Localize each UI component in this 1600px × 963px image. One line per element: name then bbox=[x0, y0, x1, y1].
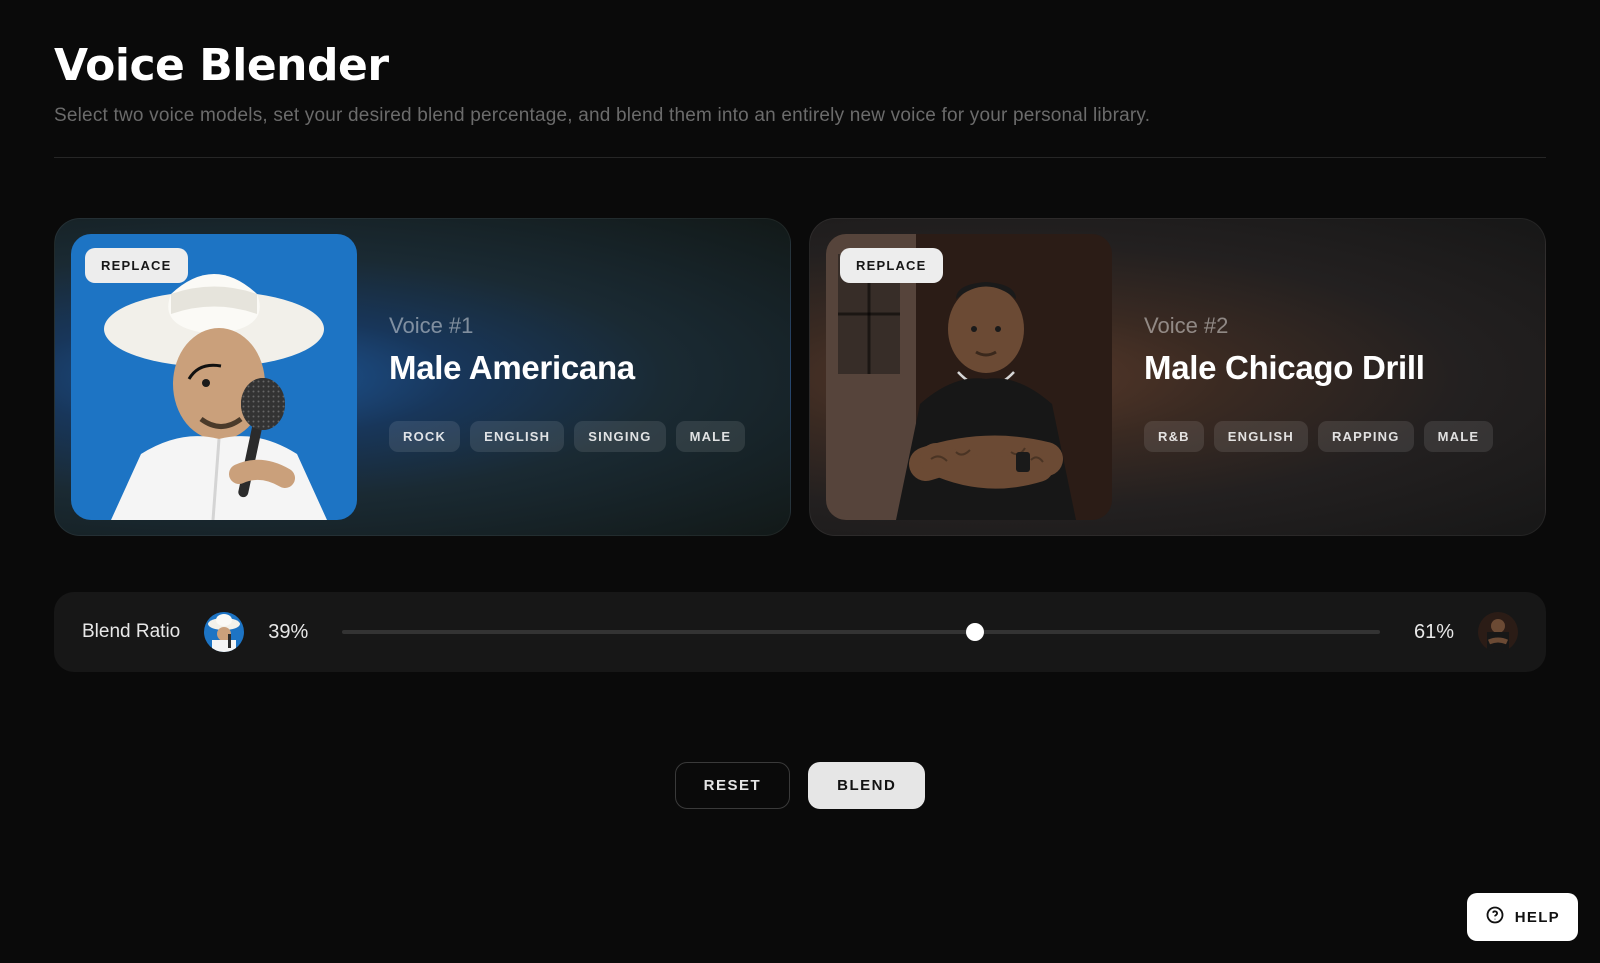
voice-label-2: Voice #2 bbox=[1144, 313, 1529, 339]
voice-label-1: Voice #1 bbox=[389, 313, 774, 339]
voice-name-1: Male Americana bbox=[389, 349, 774, 387]
tag: MALE bbox=[1424, 421, 1494, 452]
blend-ratio-label: Blend Ratio bbox=[82, 621, 180, 643]
tag: R&B bbox=[1144, 421, 1204, 452]
page-subtitle: Select two voice models, set your desire… bbox=[54, 105, 1546, 127]
reset-button[interactable]: RESET bbox=[675, 762, 791, 809]
help-label: HELP bbox=[1515, 909, 1560, 926]
blend-pct-right: 61% bbox=[1404, 621, 1454, 644]
help-icon bbox=[1485, 905, 1505, 929]
slider-thumb[interactable] bbox=[966, 623, 984, 641]
blend-avatar-left bbox=[204, 612, 244, 652]
voice-info-1: Voice #1 Male Americana ROCK ENGLISH SIN… bbox=[389, 303, 774, 452]
replace-button-2[interactable]: REPLACE bbox=[840, 248, 943, 283]
voice-tags-2: R&B ENGLISH RAPPING MALE bbox=[1144, 421, 1529, 452]
blend-slider[interactable] bbox=[342, 620, 1380, 644]
tag: RAPPING bbox=[1318, 421, 1414, 452]
tag: ENGLISH bbox=[470, 421, 564, 452]
action-buttons: RESET BLEND bbox=[54, 762, 1546, 809]
voice-image-1: REPLACE bbox=[71, 234, 357, 520]
tag: MALE bbox=[676, 421, 746, 452]
tag: ROCK bbox=[389, 421, 460, 452]
replace-button-1[interactable]: REPLACE bbox=[85, 248, 188, 283]
voice-name-2: Male Chicago Drill bbox=[1144, 349, 1529, 387]
blend-pct-left: 39% bbox=[268, 621, 318, 644]
voice-cards-row: REPLACE Voice #1 Male Americana ROCK ENG… bbox=[54, 218, 1546, 536]
blend-avatar-right bbox=[1478, 612, 1518, 652]
blend-button[interactable]: BLEND bbox=[808, 762, 925, 809]
help-button[interactable]: HELP bbox=[1467, 893, 1578, 941]
voice-card-1: REPLACE Voice #1 Male Americana ROCK ENG… bbox=[54, 218, 791, 536]
slider-track bbox=[342, 630, 1380, 634]
divider bbox=[54, 157, 1546, 158]
tag: SINGING bbox=[574, 421, 665, 452]
page-title: Voice Blender bbox=[54, 40, 1546, 91]
voice-image-2: REPLACE bbox=[826, 234, 1112, 520]
voice-info-2: Voice #2 Male Chicago Drill R&B ENGLISH … bbox=[1144, 303, 1529, 452]
tag: ENGLISH bbox=[1214, 421, 1308, 452]
blend-ratio-bar: Blend Ratio 39% 61% bbox=[54, 592, 1546, 672]
voice-card-2: REPLACE Voice #2 Male Chicago Drill R&B … bbox=[809, 218, 1546, 536]
voice-tags-1: ROCK ENGLISH SINGING MALE bbox=[389, 421, 774, 452]
